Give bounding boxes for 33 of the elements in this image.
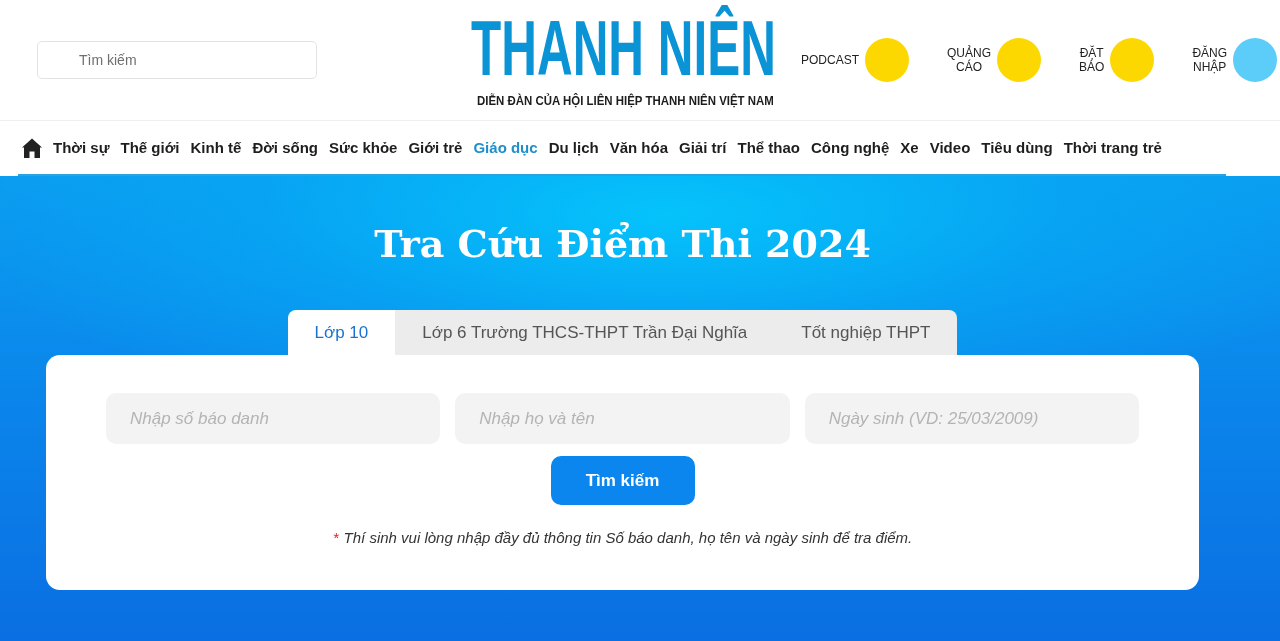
instruction-note: Thí sinh vui lòng nhập đầy đủ thông tin Số báo danh, họ tên và ngày sinh để tra điểm. (343, 529, 913, 546)
header-link[interactable]: ĐẶT BÁO (1079, 38, 1155, 82)
nav-link[interactable]: Thế giới (120, 139, 180, 156)
input-field[interactable]: Ngày sinh (VD: 25/03/2009) (804, 393, 1139, 444)
site-tagline: DIỄN ĐÀN CỦA HỘI LIÊN HIỆP THANH NIÊN VIỆT NAM (477, 93, 774, 108)
nav-link[interactable]: Tiêu dùng (981, 139, 1053, 156)
nav-link[interactable]: Giới trẻ (408, 139, 463, 156)
nav-link[interactable]: Công nghệ (811, 139, 890, 156)
nav-link[interactable]: Giải trí (679, 139, 727, 156)
input-field[interactable]: Nhập họ và tên (455, 393, 790, 444)
nav-link[interactable]: Kinh tế (190, 139, 242, 156)
tab[interactable]: Lớp 6 Trường THCS-THPT Trần Đại Nghĩa (395, 310, 775, 355)
nav-link[interactable]: Thể thao (737, 139, 801, 156)
search-field[interactable]: Tìm kiếm (37, 41, 317, 79)
required-mark: * (332, 529, 339, 546)
nav-link[interactable]: Video (929, 139, 971, 156)
nav-link[interactable]: Văn hóa (609, 139, 668, 156)
nav-link[interactable]: Thời sự (53, 139, 110, 156)
page-title: Tra Cứu Điểm Thi 2024 (374, 220, 871, 268)
tab[interactable]: Lớp 10 (287, 310, 396, 355)
search-button[interactable]: Tìm kiếm (550, 456, 695, 505)
header-link[interactable]: PODCAST (801, 38, 909, 82)
nav-link[interactable]: Xe (900, 139, 919, 156)
home-icon[interactable] (22, 137, 42, 158)
nav-link[interactable]: Đời sống (252, 139, 319, 156)
nav-link[interactable]: Giáo dục (473, 139, 538, 156)
nav-link[interactable]: Sức khỏe (329, 139, 398, 156)
nav-link[interactable]: Du lịch (548, 139, 599, 156)
nav-link[interactable]: Thời trang trẻ (1063, 139, 1162, 156)
tab[interactable]: Tốt nghiệp THPT (774, 310, 958, 355)
header-link[interactable]: ĐĂNG NHẬP (1192, 38, 1278, 82)
header-link[interactable]: QUẢNG CÁO (947, 38, 1042, 82)
input-field[interactable]: Nhập số báo danh (106, 393, 441, 444)
